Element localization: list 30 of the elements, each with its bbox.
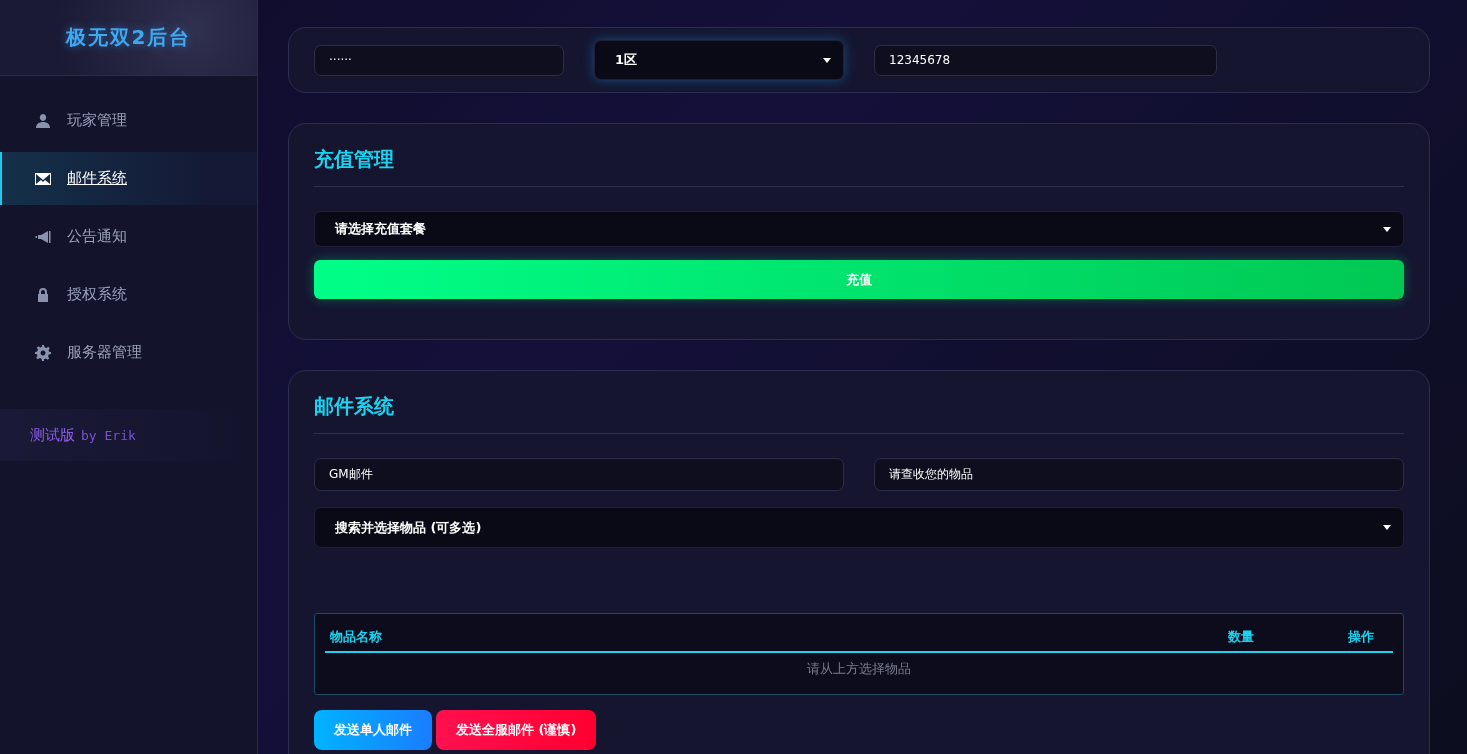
subject-field[interactable]: 请查收您的物品	[874, 458, 1404, 491]
nav-item[interactable]: 玩家管理	[0, 94, 257, 147]
empty-message: 请从上方选择物品	[806, 660, 912, 678]
column-header: 数量	[1228, 628, 1255, 646]
nav-item[interactable]: 邮件系统	[0, 152, 257, 205]
user-icon	[35, 112, 51, 129]
sender-field[interactable]: GM邮件	[314, 458, 844, 491]
section-title: 邮件系统	[314, 371, 1404, 434]
version-label: 测试版	[30, 425, 75, 445]
server-select[interactable]: 1区	[594, 40, 844, 80]
app-title: 极无双2后台	[65, 24, 192, 51]
gear-icon	[35, 344, 51, 361]
author-label: by Erik	[81, 427, 136, 443]
nav-item[interactable]: 服务器管理	[0, 326, 257, 379]
column-header: 物品名称	[330, 628, 383, 646]
package-select[interactable]: 请选择充值套餐	[314, 211, 1404, 247]
caret-icon	[1383, 226, 1391, 232]
send-button[interactable]: 发送全服邮件 (谨慎)	[436, 710, 597, 750]
item-select[interactable]: 搜索并选择物品 (可多选)	[314, 507, 1404, 548]
account-field[interactable]: 12345678	[874, 44, 1217, 76]
section-title: 充值管理	[314, 124, 1404, 187]
caret-icon	[823, 57, 831, 63]
column-header: 操作	[1348, 628, 1375, 646]
password-field[interactable]: ······	[314, 44, 564, 76]
caret-icon	[1383, 525, 1391, 530]
lock-icon	[35, 286, 51, 303]
nav-item[interactable]: 公告通知	[0, 210, 257, 263]
envelope-icon	[35, 170, 51, 187]
megaphone-icon	[35, 228, 51, 245]
nav-item[interactable]: 授权系统	[0, 268, 257, 321]
